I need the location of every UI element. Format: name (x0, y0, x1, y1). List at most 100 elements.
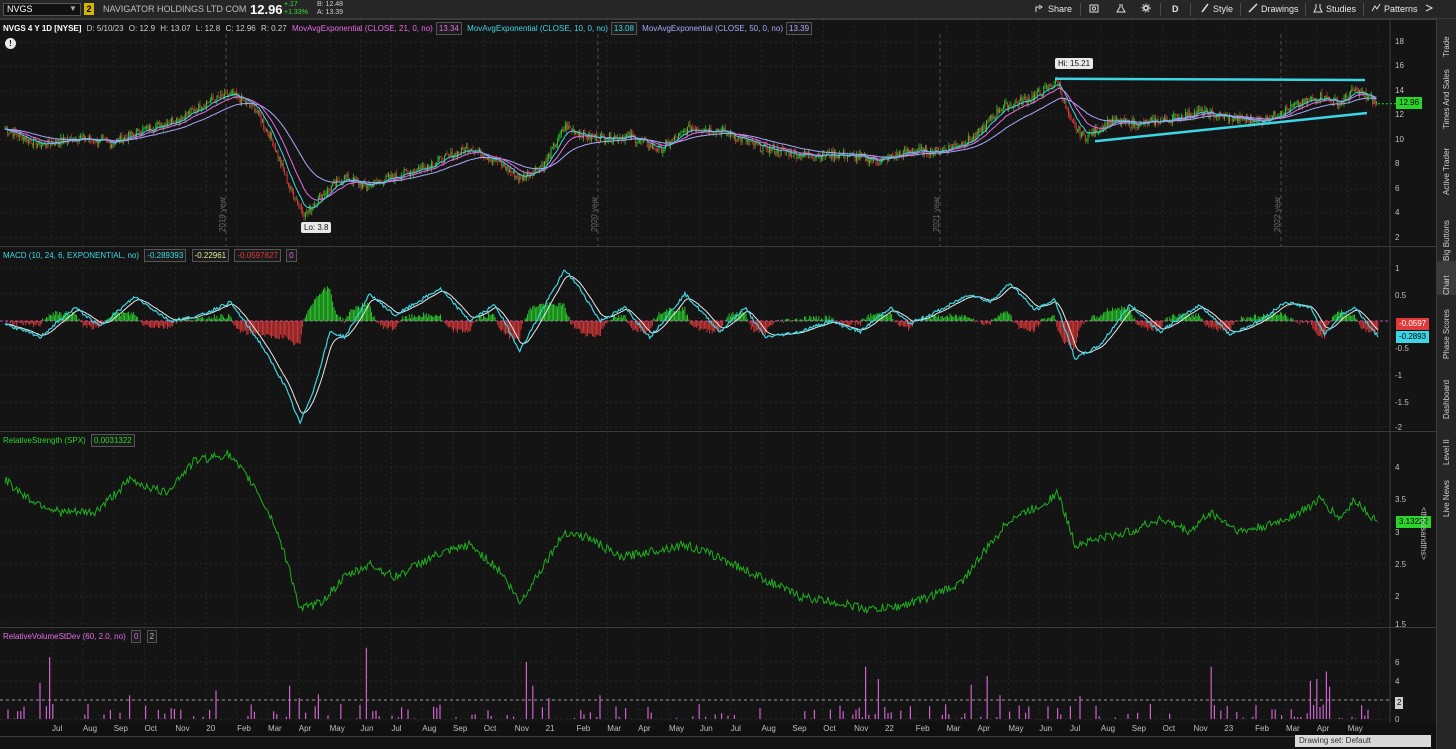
drawings-button[interactable]: Drawings (1248, 3, 1299, 16)
candle-body (711, 132, 713, 134)
gear-icon (1141, 3, 1151, 13)
date-axis[interactable]: Jul Aug Sep Oct Nov 20 Feb Mar Apr May Jun Jul Aug Se… (0, 722, 1436, 736)
candle-body (1351, 88, 1353, 92)
candle-body (211, 96, 213, 101)
studies-button[interactable]: Studies (1313, 3, 1356, 16)
price-chart-canvas[interactable] (0, 20, 1436, 246)
bar-open: O: 12.9 (128, 24, 156, 33)
candle-body (290, 187, 292, 189)
aggregation-button[interactable]: D (1172, 3, 1179, 16)
candle-body (21, 134, 23, 141)
candle-body (627, 134, 629, 136)
y-tick: 1 (1395, 264, 1400, 273)
relative-strength-pane[interactable]: RelativeStrength (SPX) 0.0031322 3.13222… (0, 431, 1436, 629)
tab-live-news[interactable]: Live News (1437, 465, 1456, 517)
candle-body (145, 128, 146, 129)
snapshot-button[interactable] (1089, 3, 1102, 16)
candle-body (541, 164, 543, 167)
candle-body (1303, 98, 1305, 103)
candle-body (674, 136, 675, 140)
macd-canvas[interactable] (0, 247, 1436, 431)
candle-body (1252, 120, 1254, 123)
last-price: 12.96 (250, 2, 283, 17)
candle-body (1149, 119, 1151, 121)
symbol-dropdown-icon[interactable]: ▼ (69, 4, 77, 13)
candle-body (601, 134, 603, 136)
tab-trade[interactable]: Trade (1437, 19, 1456, 57)
relative-volume-pane[interactable]: RelativeVolumeStDev (60, 2.0, no) 0 2 2 … (0, 627, 1436, 724)
candle-body (121, 135, 123, 144)
candle-body (522, 176, 523, 181)
macd-label[interactable]: MACD (10, 24, 6, EXPONENTIAL, no) (3, 251, 139, 260)
patterns-button[interactable]: Patterns (1371, 3, 1418, 16)
rs-label[interactable]: RelativeStrength (SPX) (3, 436, 86, 445)
candle-body (1049, 84, 1051, 87)
side-tab-panel: Trade Times And Sales Active Trader Big … (1436, 19, 1456, 749)
tab-dashboard[interactable]: Dashboard (1437, 359, 1456, 419)
candle-body (904, 149, 906, 151)
candle-body (830, 157, 831, 158)
ema50-label[interactable]: MovAvgExponential (CLOSE, 50, 0, no) (642, 24, 783, 33)
candle-body (24, 137, 25, 141)
rvol-label[interactable]: RelativeVolumeStDev (60, 2.0, no) (3, 632, 126, 641)
company-name: NAVIGATOR HOLDINGS LTD COM (103, 4, 247, 14)
top-toolbar: NVGS ▼ 2 NAVIGATOR HOLDINGS LTD COM 12.9… (0, 0, 1456, 19)
macd-pane[interactable]: MACD (10, 24, 6, EXPONENTIAL, no) -0.289… (0, 246, 1436, 432)
macd-study-bar: MACD (10, 24, 6, EXPONENTIAL, no) -0.289… (3, 249, 300, 262)
candle-body (1047, 85, 1049, 89)
collapse-icon[interactable] (1424, 3, 1437, 16)
candle-body (714, 132, 716, 134)
candle-body (962, 141, 964, 146)
candle-body (921, 147, 922, 150)
candle-body (230, 92, 232, 94)
candle-body (502, 163, 504, 166)
candle-body (294, 198, 296, 201)
tab-chart[interactable]: Chart (1437, 261, 1456, 295)
relative-strength-canvas[interactable] (0, 432, 1436, 627)
candle-body (308, 206, 310, 211)
tab-phase-scores[interactable]: Phase Scores (1437, 295, 1456, 359)
ema10-label[interactable]: MovAvgExponential (CLOSE, 10, 0, no) (467, 24, 608, 33)
candle-body (385, 175, 387, 181)
candle-body (1344, 94, 1346, 98)
candle-body (1165, 116, 1167, 121)
candle-body (375, 180, 376, 182)
candle-body (1205, 108, 1207, 110)
tab-times-and-sales[interactable]: Times And Sales (1437, 57, 1456, 129)
year-label: 2019 year (218, 196, 227, 232)
candle-body (554, 143, 556, 148)
tab-level-ii[interactable]: Level II (1437, 419, 1456, 465)
relative-volume-canvas[interactable] (0, 628, 1436, 723)
price-chart-pane[interactable]: NVGS 4 Y 1D [NYSE] D: 5/10/23 O: 12.9 H:… (0, 19, 1436, 246)
settings-button[interactable] (1141, 3, 1154, 16)
date-tick: May (1008, 724, 1024, 733)
y-tick: 14 (1395, 86, 1404, 95)
candle-body (1286, 107, 1288, 110)
ema21-label[interactable]: MovAvgExponential (CLOSE, 21, 0, no) (292, 24, 433, 33)
share-button[interactable]: Share (1035, 3, 1072, 16)
candle-body (186, 112, 188, 115)
candle-body (1199, 109, 1201, 112)
flask-button[interactable] (1116, 3, 1129, 16)
link-group-badge[interactable]: 2 (84, 3, 94, 15)
scrollbar-track[interactable] (0, 736, 1295, 749)
candle-body (949, 145, 951, 148)
candle-body (567, 125, 569, 131)
style-button[interactable]: Style (1200, 3, 1233, 16)
candle-body (1086, 140, 1088, 142)
candle-body (1214, 117, 1216, 118)
candle-body (132, 131, 133, 134)
info-icon[interactable]: ! (5, 38, 16, 49)
candle-body (811, 156, 813, 158)
tab-active-trader[interactable]: Active Trader (1437, 129, 1456, 195)
y-tick: -1.5 (1395, 398, 1409, 407)
candle-body (1195, 111, 1197, 115)
candle-body (405, 169, 406, 171)
candle-body (272, 138, 274, 147)
candle-body (277, 151, 279, 159)
candle-body (489, 159, 491, 161)
tab-big-buttons[interactable]: Big Buttons (1437, 195, 1456, 261)
date-tick: Sep (792, 724, 807, 733)
y-tick: 3 (1395, 528, 1400, 537)
drawing-set-label[interactable]: Drawing set: Default (1295, 735, 1431, 747)
